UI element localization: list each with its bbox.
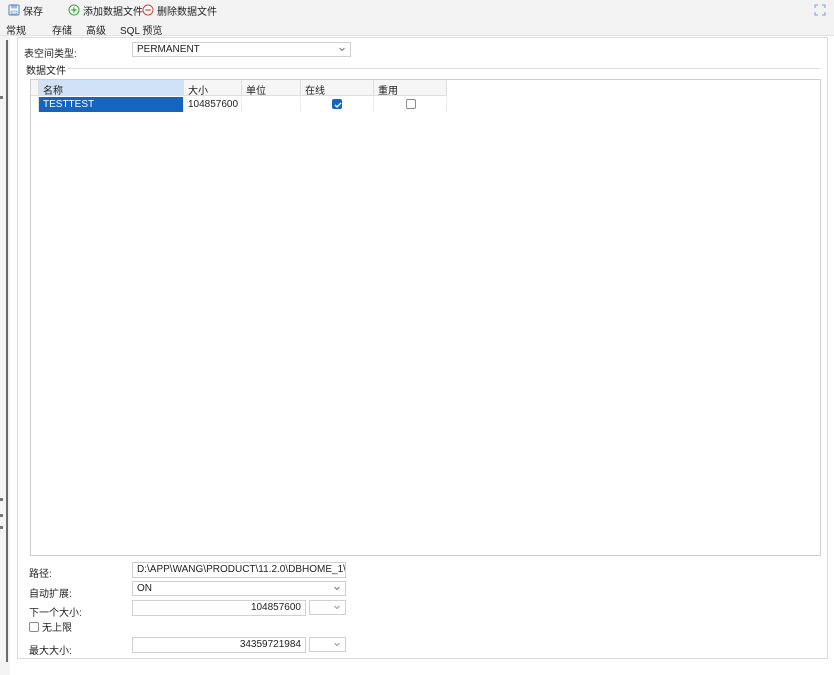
next-size-unit-select[interactable]	[309, 600, 346, 615]
column-header-label: 单位	[246, 86, 266, 97]
max-size-unit-select[interactable]	[309, 637, 346, 652]
add-datafile-button[interactable]: 添加数据文件	[68, 3, 143, 18]
expand-icon[interactable]	[814, 4, 826, 19]
online-checkbox[interactable]	[332, 99, 342, 109]
cell-size-text: 104857600	[188, 99, 239, 110]
left-pane-marker	[0, 526, 3, 529]
add-icon	[68, 4, 80, 16]
chevron-down-icon	[338, 45, 346, 56]
chevron-down-icon	[333, 603, 341, 614]
left-pane-marker	[0, 514, 3, 517]
column-header-reuse[interactable]: 重用	[374, 80, 447, 97]
add-datafile-label: 添加数据文件	[83, 6, 143, 18]
column-header-size[interactable]: 大小	[184, 80, 242, 97]
tab-advanced[interactable]: 高级	[86, 22, 106, 37]
datafile-grid: 名称 大小 单位 在线 重用 TESTTEST 104857600	[30, 79, 821, 556]
row-header-corner	[31, 80, 39, 96]
column-header-name[interactable]: 名称	[39, 80, 184, 97]
column-header-label: 在线	[305, 86, 325, 97]
tab-bar: 常规 存储 高级 SQL 预览	[0, 20, 834, 37]
column-header-online[interactable]: 在线	[301, 80, 374, 97]
cell-name-text: TESTTEST	[43, 99, 95, 110]
chevron-down-icon	[333, 584, 341, 595]
unlimited-checkbox[interactable]	[29, 621, 39, 632]
cell-unit[interactable]	[242, 97, 301, 112]
autoextend-value: ON	[137, 583, 152, 594]
cell-name[interactable]: TESTTEST	[39, 97, 184, 112]
cell-reuse	[374, 97, 447, 112]
datafiles-section-label: 数据文件	[26, 66, 66, 77]
max-size-value: 34359721984	[239, 639, 301, 650]
autoextend-select[interactable]: ON	[132, 581, 346, 596]
next-size-field[interactable]: 104857600	[132, 600, 306, 616]
column-header-label: 重用	[378, 86, 398, 97]
left-pane-marker	[0, 96, 3, 99]
tablespace-type-select[interactable]: PERMANENT	[132, 42, 351, 57]
left-pane-edge	[0, 36, 10, 675]
left-pane-marker	[0, 498, 3, 501]
tab-storage[interactable]: 存储	[52, 22, 72, 37]
remove-datafile-button[interactable]: 删除数据文件	[142, 3, 217, 18]
tab-sql-preview[interactable]: SQL 预览	[120, 22, 162, 37]
unlimited-option[interactable]: 无上限	[29, 619, 72, 634]
path-field[interactable]: D:\APP\WANG\PRODUCT\11.2.0\DBHOME_1\DA	[132, 562, 346, 578]
save-label: 保存	[23, 6, 43, 18]
max-size-field[interactable]: 34359721984	[132, 637, 306, 653]
chevron-down-icon	[333, 640, 341, 651]
max-size-label: 最大大小:	[29, 646, 72, 657]
path-label: 路径:	[29, 569, 52, 580]
path-value: D:\APP\WANG\PRODUCT\11.2.0\DBHOME_1\DA	[137, 564, 346, 575]
remove-icon	[142, 4, 154, 16]
row-selector[interactable]	[31, 97, 39, 112]
tablespace-type-label: 表空间类型:	[24, 49, 77, 60]
column-header-label: 大小	[188, 86, 208, 97]
remove-datafile-label: 删除数据文件	[157, 6, 217, 18]
column-header-unit[interactable]: 单位	[242, 80, 301, 97]
left-pane-divider[interactable]	[6, 40, 8, 662]
cell-size[interactable]: 104857600	[184, 97, 242, 112]
tablespace-type-value: PERMANENT	[137, 44, 200, 55]
toolbar: 保存 添加数据文件 删除数据文件	[0, 0, 834, 20]
reuse-checkbox[interactable]	[406, 99, 416, 109]
section-divider	[68, 68, 821, 69]
save-icon	[8, 4, 20, 16]
unlimited-label: 无上限	[42, 623, 72, 634]
next-size-value: 104857600	[250, 602, 301, 613]
save-button[interactable]: 保存	[8, 3, 43, 18]
tab-general[interactable]: 常规	[6, 22, 26, 37]
next-size-label: 下一个大小:	[29, 608, 82, 619]
autoextend-label: 自动扩展:	[29, 589, 72, 600]
cell-online	[301, 97, 374, 112]
column-header-label: 名称	[43, 86, 63, 97]
